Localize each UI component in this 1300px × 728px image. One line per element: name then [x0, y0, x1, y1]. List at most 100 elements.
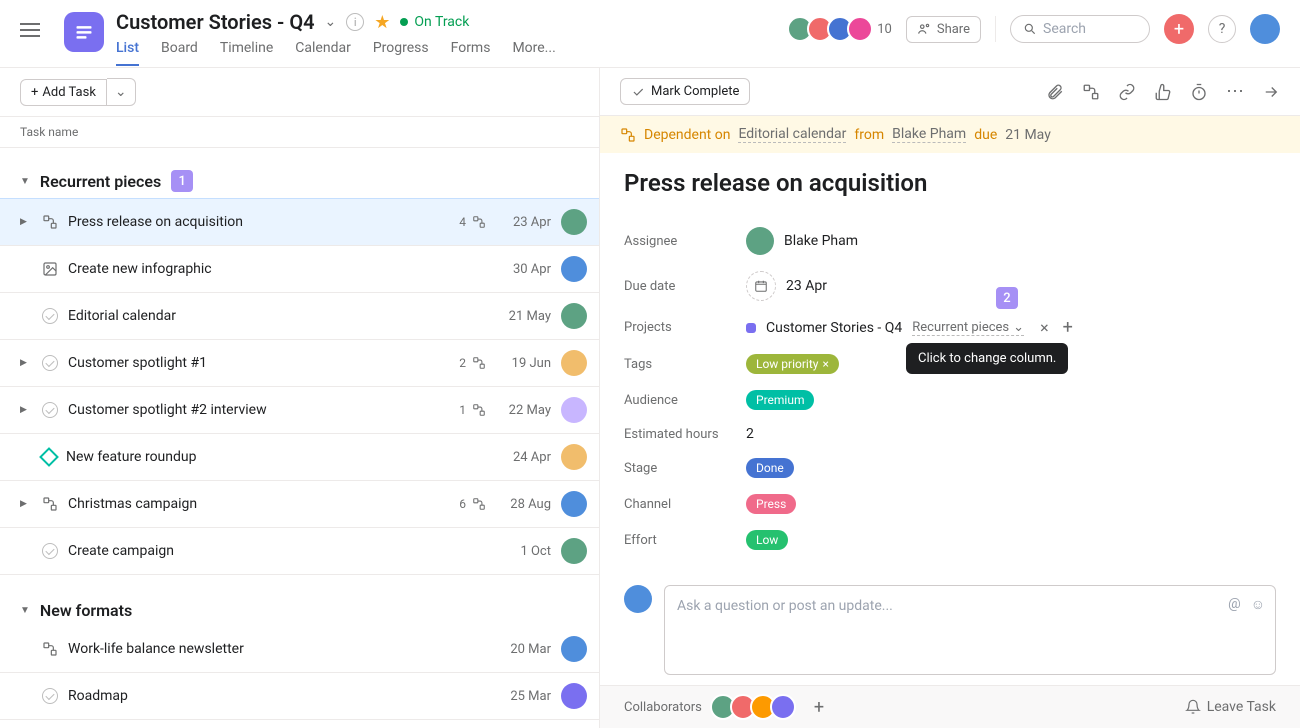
stage-pill[interactable]: Done [746, 458, 794, 478]
close-panel-icon[interactable] [1262, 83, 1280, 101]
task-row[interactable]: ▶Customer spotlight #2 interview1 22 May [0, 387, 599, 434]
task-date: 23 Apr [496, 215, 551, 230]
tab-list[interactable]: List [116, 40, 139, 66]
attachment-icon[interactable] [1046, 83, 1064, 101]
project-tabs: List Board Timeline Calendar Progress Fo… [116, 40, 793, 66]
column-select[interactable]: Recurrent pieces ⌄ [912, 320, 1024, 336]
task-icon [42, 261, 58, 277]
search-input[interactable]: Search [1010, 15, 1150, 43]
projects-value[interactable]: Customer Stories - Q4 Recurrent pieces ⌄… [746, 317, 1073, 338]
collaborators-label: Collaborators [624, 700, 702, 715]
comment-input[interactable]: Ask a question or post an update... @ ☺ [664, 585, 1276, 675]
collaborator-avatars[interactable] [716, 694, 796, 720]
task-name: Roadmap [68, 688, 486, 704]
task-name: Christmas campaign [68, 496, 449, 512]
audience-label: Audience [624, 393, 746, 408]
section-header[interactable]: ▼Recurrent pieces1 [0, 164, 599, 198]
star-icon[interactable]: ★ [374, 12, 390, 33]
task-date: 1 Oct [496, 544, 551, 559]
member-avatars[interactable]: 10 [793, 16, 892, 42]
task-row[interactable]: ▶Apollo for nonprofits2 19 Mar [0, 720, 599, 728]
task-row[interactable]: Create new infographic30 Apr [0, 246, 599, 293]
channel-label: Channel [624, 497, 746, 512]
mention-icon[interactable]: @ [1228, 596, 1241, 613]
task-row[interactable]: ▶Customer spotlight #12 19 Jun [0, 340, 599, 387]
tag-pill[interactable]: Low priority × [746, 354, 839, 374]
section-header[interactable]: ▼New formats [0, 595, 599, 626]
task-icon [42, 450, 56, 464]
task-row[interactable]: New feature roundup24 Apr [0, 434, 599, 481]
task-row[interactable]: Roadmap 25 Mar [0, 673, 599, 720]
task-assignee-avatar[interactable] [561, 491, 587, 517]
link-icon[interactable] [1118, 83, 1136, 101]
task-row[interactable]: Editorial calendar21 May [0, 293, 599, 340]
comment-avatar [624, 585, 652, 613]
tooltip: Click to change column. [906, 343, 1068, 374]
info-icon[interactable]: i [346, 13, 364, 31]
task-assignee-avatar[interactable] [561, 444, 587, 470]
subtask-icon[interactable] [1082, 83, 1100, 101]
dependency-banner[interactable]: Dependent on Editorial calendar from Bla… [600, 116, 1300, 153]
emoji-icon[interactable]: ☺ [1251, 596, 1265, 613]
assignee-value[interactable]: Blake Pham [746, 227, 858, 255]
add-project-icon[interactable]: + [1063, 317, 1073, 338]
project-status[interactable]: On Track [400, 14, 469, 30]
task-assignee-avatar[interactable] [561, 636, 587, 662]
task-assignee-avatar[interactable] [561, 683, 587, 709]
task-row[interactable]: ▶Press release on acquisition4 23 Apr [0, 198, 599, 246]
remove-project-icon[interactable]: × [1040, 318, 1049, 337]
task-row[interactable]: Work-life balance newsletter20 Mar [0, 626, 599, 673]
global-add-button[interactable]: + [1164, 14, 1194, 44]
like-icon[interactable] [1154, 83, 1172, 101]
tab-board[interactable]: Board [161, 40, 198, 66]
tab-forms[interactable]: Forms [451, 40, 491, 66]
task-date: 25 Mar [496, 689, 551, 704]
leave-task-button[interactable]: Leave Task [1185, 699, 1276, 715]
task-icon [42, 496, 58, 512]
task-date: 21 May [496, 309, 551, 324]
task-name: Work-life balance newsletter [68, 641, 486, 657]
audience-pill[interactable]: Premium [746, 390, 814, 410]
member-count: 10 [877, 22, 892, 37]
duedate-value[interactable]: 23 Apr [746, 271, 827, 301]
duedate-label: Due date [624, 279, 746, 294]
add-task-dropdown[interactable]: ⌄ [107, 78, 136, 106]
current-user-avatar[interactable] [1250, 14, 1280, 44]
add-collaborator-icon[interactable]: + [814, 697, 824, 718]
task-title[interactable]: Press release on acquisition [624, 169, 1276, 197]
help-button[interactable]: ? [1208, 15, 1236, 43]
more-icon[interactable]: ⋯ [1226, 81, 1244, 102]
task-assignee-avatar[interactable] [561, 538, 587, 564]
effort-pill[interactable]: Low [746, 530, 788, 550]
task-name: New feature roundup [66, 449, 486, 465]
share-button[interactable]: Share [906, 16, 981, 43]
tab-timeline[interactable]: Timeline [220, 40, 273, 66]
task-name: Customer spotlight #1 [68, 355, 449, 371]
task-icon [42, 543, 58, 559]
task-row[interactable]: Create campaign 1 Oct [0, 528, 599, 575]
menu-icon[interactable] [20, 18, 44, 42]
task-assignee-avatar[interactable] [561, 303, 587, 329]
callout-2: 2 [996, 287, 1018, 309]
channel-pill[interactable]: Press [746, 494, 796, 514]
tab-more[interactable]: More... [512, 40, 555, 66]
task-assignee-avatar[interactable] [561, 209, 587, 235]
hours-value[interactable]: 2 [746, 426, 754, 442]
tab-calendar[interactable]: Calendar [295, 40, 351, 66]
task-icon [42, 355, 58, 371]
task-assignee-avatar[interactable] [561, 256, 587, 282]
task-assignee-avatar[interactable] [561, 350, 587, 376]
add-task-button[interactable]: + Add Task [20, 79, 107, 106]
task-icon [42, 402, 58, 418]
project-title[interactable]: Customer Stories - Q4 [116, 10, 315, 34]
timer-icon[interactable] [1190, 83, 1208, 101]
task-row[interactable]: ▶Christmas campaign6 28 Aug [0, 481, 599, 528]
task-name: Create campaign [68, 543, 486, 559]
mark-complete-button[interactable]: Mark Complete [620, 78, 750, 105]
assignee-label: Assignee [624, 234, 746, 249]
chevron-down-icon[interactable]: ⌄ [325, 14, 337, 30]
stage-label: Stage [624, 461, 746, 476]
tab-progress[interactable]: Progress [373, 40, 429, 66]
task-assignee-avatar[interactable] [561, 397, 587, 423]
task-date: 19 Jun [496, 356, 551, 371]
